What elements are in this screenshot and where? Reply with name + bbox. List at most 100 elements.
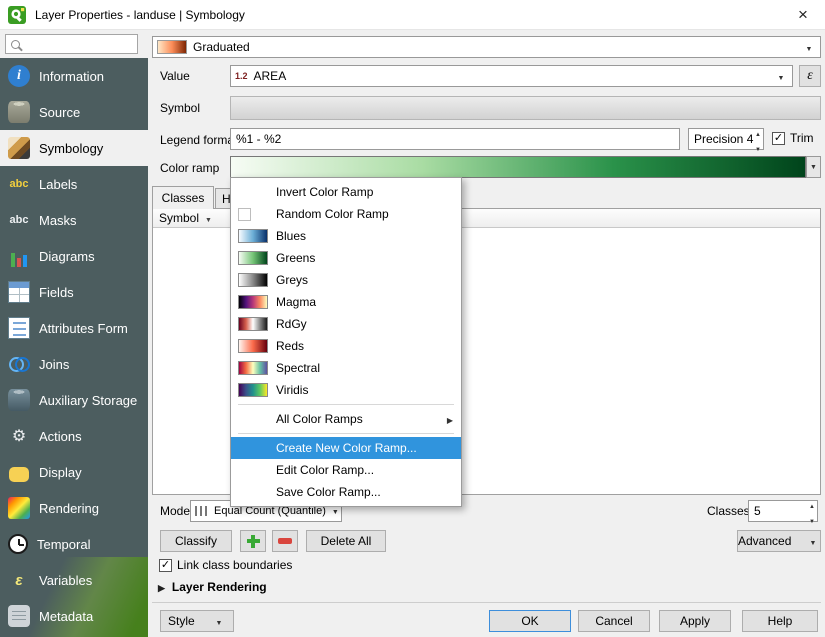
menu-item-random-color-ramp[interactable]: Random Color Ramp	[231, 203, 461, 225]
spectral-ramp-icon	[238, 361, 268, 375]
menu-item-create-new-color-ramp[interactable]: Create New Color Ramp...	[231, 437, 461, 459]
trim-checkbox[interactable]	[772, 132, 785, 145]
menu-item-greys[interactable]: Greys	[231, 269, 461, 291]
menu-icon-slot	[238, 317, 276, 331]
chevron-down-icon	[802, 40, 816, 54]
menu-item-spectral[interactable]: Spectral	[231, 357, 461, 379]
renderer-combo[interactable]: Graduated	[152, 36, 821, 58]
menu-item-magma[interactable]: Magma	[231, 291, 461, 313]
metadata-icon	[8, 605, 30, 627]
sidebar-item-information[interactable]: Information	[0, 58, 148, 94]
add-class-button[interactable]	[240, 530, 266, 552]
advanced-button[interactable]: Advanced	[737, 530, 821, 552]
classify-button[interactable]: Classify	[160, 530, 232, 552]
viridis-ramp-icon	[238, 383, 268, 397]
checkbox-unchecked-icon	[238, 208, 251, 221]
sidebar-item-label: Symbology	[39, 141, 103, 156]
symbol-column-header[interactable]: Symbol	[159, 211, 199, 225]
menu-item-greens[interactable]: Greens	[231, 247, 461, 269]
attributes-form-icon	[8, 317, 30, 339]
spin-down-icon[interactable]	[755, 140, 761, 154]
sidebar-item-label: Labels	[39, 177, 77, 192]
link-class-boundaries-checkbox[interactable]	[159, 559, 172, 572]
value-field-combo[interactable]: 1.2 AREA	[230, 65, 793, 87]
menu-item-label: Spectral	[276, 361, 320, 375]
spin-up-icon[interactable]	[809, 497, 815, 511]
sidebar-item-labels[interactable]: Labels	[0, 166, 148, 202]
classes-spinbox[interactable]: 5	[748, 500, 818, 522]
sidebar-item-diagrams[interactable]: Diagrams	[0, 238, 148, 274]
menu-item-invert-color-ramp[interactable]: Invert Color Ramp	[231, 181, 461, 203]
menu-item-save-color-ramp[interactable]: Save Color Ramp...	[231, 481, 461, 503]
color-ramp-preview[interactable]	[230, 156, 806, 178]
window-title: Layer Properties - landuse | Symbology	[35, 8, 245, 22]
help-button[interactable]: Help	[742, 610, 818, 632]
apply-button[interactable]: Apply	[659, 610, 731, 632]
layer-properties-dialog: { "window": { "title": "Layer Properties…	[0, 0, 825, 637]
search-icon	[11, 40, 20, 49]
sidebar-item-label: Auxiliary Storage	[39, 393, 137, 408]
value-label: Value	[160, 69, 190, 83]
menu-icon-slot	[238, 229, 276, 243]
sidebar-item-variables[interactable]: Variables	[0, 562, 148, 598]
trim-label: Trim	[790, 131, 814, 145]
tab-label: Classes	[162, 191, 205, 205]
value-field-text: AREA	[254, 69, 287, 83]
sidebar-item-fields[interactable]: Fields	[0, 274, 148, 310]
menu-item-reds[interactable]: Reds	[231, 335, 461, 357]
symbol-preview-button[interactable]	[230, 96, 821, 120]
legend-format-input[interactable]	[230, 128, 680, 150]
color-ramp-dropdown-button[interactable]	[806, 156, 821, 178]
spinner-arrows	[755, 125, 761, 154]
sidebar-item-joins[interactable]: Joins	[0, 346, 148, 382]
minus-icon	[278, 538, 292, 544]
precision-spinbox[interactable]: Precision 4	[688, 128, 764, 150]
spin-down-icon[interactable]	[809, 512, 815, 526]
display-icon	[9, 467, 29, 482]
masks-icon	[8, 209, 30, 231]
sidebar-item-rendering[interactable]: Rendering	[0, 490, 148, 526]
ok-button[interactable]: OK	[489, 610, 571, 632]
precision-value: Precision 4	[694, 132, 753, 146]
rdgy-ramp-icon	[238, 317, 268, 331]
spin-up-icon[interactable]	[755, 125, 761, 139]
sidebar-item-temporal[interactable]: Temporal	[0, 526, 148, 562]
sidebar-item-metadata[interactable]: Metadata	[0, 598, 148, 634]
sidebar-item-masks[interactable]: Masks	[0, 202, 148, 238]
remove-class-button[interactable]	[272, 530, 298, 552]
sidebar-item-actions[interactable]: Actions	[0, 418, 148, 454]
expression-builder-button[interactable]: ε	[799, 65, 821, 87]
menu-item-edit-color-ramp[interactable]: Edit Color Ramp...	[231, 459, 461, 481]
close-icon[interactable]	[791, 3, 815, 27]
style-menu-button[interactable]: Style	[160, 610, 234, 632]
menu-item-rdgy[interactable]: RdGy	[231, 313, 461, 335]
auxiliary-storage-icon	[8, 389, 30, 411]
variables-icon	[8, 569, 30, 591]
menu-icon-slot	[238, 339, 276, 353]
layer-rendering-expander[interactable]: Layer Rendering	[158, 580, 267, 594]
menu-item-all-color-ramps[interactable]: All Color Ramps	[231, 408, 461, 430]
sidebar-item-label: Display	[39, 465, 82, 480]
sidebar-item-symbology[interactable]: Symbology	[0, 130, 148, 166]
sidebar-item-display[interactable]: Display	[0, 454, 148, 490]
symbol-label: Symbol	[160, 101, 200, 115]
chevron-down-icon	[774, 69, 788, 83]
chevron-down-icon	[806, 534, 820, 548]
search-input[interactable]	[25, 38, 132, 50]
classes-count-value: 5	[754, 504, 761, 518]
sidebar-item-attributes-form[interactable]: Attributes Form	[0, 310, 148, 346]
link-class-boundaries-row: Link class boundaries	[159, 558, 292, 572]
menu-item-blues[interactable]: Blues	[231, 225, 461, 247]
delete-all-button[interactable]: Delete All	[306, 530, 386, 552]
mode-label: Mode	[160, 504, 190, 518]
sidebar-item-auxiliary-storage[interactable]: Auxiliary Storage	[0, 382, 148, 418]
tab-classes[interactable]: Classes	[152, 186, 214, 209]
sidebar-item-source[interactable]: Source	[0, 94, 148, 130]
cancel-button[interactable]: Cancel	[578, 610, 650, 632]
menu-item-label: Create New Color Ramp...	[276, 441, 417, 455]
temporal-icon	[8, 534, 28, 554]
menu-separator	[238, 404, 454, 405]
menu-item-label: RdGy	[276, 317, 307, 331]
menu-item-viridis[interactable]: Viridis	[231, 379, 461, 401]
sidebar-search[interactable]	[5, 34, 138, 54]
